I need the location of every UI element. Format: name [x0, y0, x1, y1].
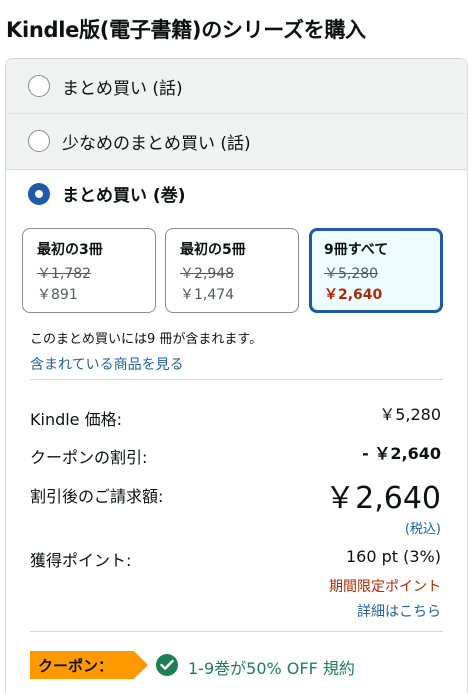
divider [30, 631, 443, 632]
divider [30, 379, 443, 380]
option-bulk-volumes-label[interactable]: まとめ買い (巻) [62, 181, 185, 206]
bundle-price: ￥891 [37, 287, 78, 303]
included-count-text: このまとめ買いには9 冊が含まれます。 [30, 332, 263, 347]
option-small-bulk-episodes[interactable]: 少なめのまとめ買い (話) [6, 114, 467, 170]
points-label: 獲得ポイント: [30, 551, 132, 570]
bundle-title: 9冊すべて [324, 242, 389, 258]
bundle-price: ￥2,640 [324, 287, 383, 303]
bundle-card-first-5[interactable]: 最初の5冊 ￥2,948 ￥1,474 [165, 228, 299, 313]
radio-button[interactable] [28, 130, 50, 152]
bundle-list-price: ￥1,782 [37, 266, 92, 282]
see-included-items-link[interactable]: 含まれている商品を見る [30, 354, 184, 374]
coupon-offer-text[interactable]: 1-9巻が50% OFF 規約 [188, 655, 355, 679]
kindle-price-value: ￥5,280 [379, 405, 441, 424]
bundle-list-price: ￥2,948 [180, 266, 235, 282]
check-circle-icon[interactable] [156, 654, 178, 676]
option-bulk-episodes[interactable]: まとめ買い (話) [6, 59, 467, 114]
tax-included-note: (税込) [404, 522, 441, 537]
radio-button[interactable] [28, 75, 50, 97]
limited-points-note: 期間限定ポイント [329, 579, 441, 595]
series-purchase-panel: まとめ買い (話) 少なめのまとめ買い (話) まとめ買い (巻) 最初の3冊 … [5, 58, 468, 693]
radio-button-selected[interactable] [28, 183, 50, 205]
details-link[interactable]: 詳細はこちら [357, 601, 441, 621]
bundle-title: 最初の3冊 [37, 242, 103, 258]
kindle-price-label: Kindle 価格: [30, 410, 123, 429]
page-title: Kindle版(電子書籍)のシリーズを購入 [6, 18, 366, 42]
bundle-title: 最初の5冊 [180, 242, 246, 258]
total-price-value: ￥2,640 [325, 481, 441, 516]
bundle-price: ￥1,474 [180, 287, 235, 303]
coupon-discount-label: クーポンの割引: [30, 448, 148, 467]
option-label: 少なめのまとめ買い (話) [62, 134, 251, 154]
coupon-badge: クーポン： [30, 651, 148, 679]
bundle-list-price: ￥5,280 [324, 266, 379, 282]
coupon-discount-value: - ￥2,640 [362, 444, 441, 463]
option-label: まとめ買い (話) [62, 79, 183, 99]
points-value: 160 pt (3%) [345, 547, 441, 566]
total-label: 割引後のご請求額: [30, 487, 164, 506]
bundle-card-first-3[interactable]: 最初の3冊 ￥1,782 ￥891 [22, 228, 156, 313]
bundle-card-all-9[interactable]: 9冊すべて ￥5,280 ￥2,640 [309, 228, 443, 313]
